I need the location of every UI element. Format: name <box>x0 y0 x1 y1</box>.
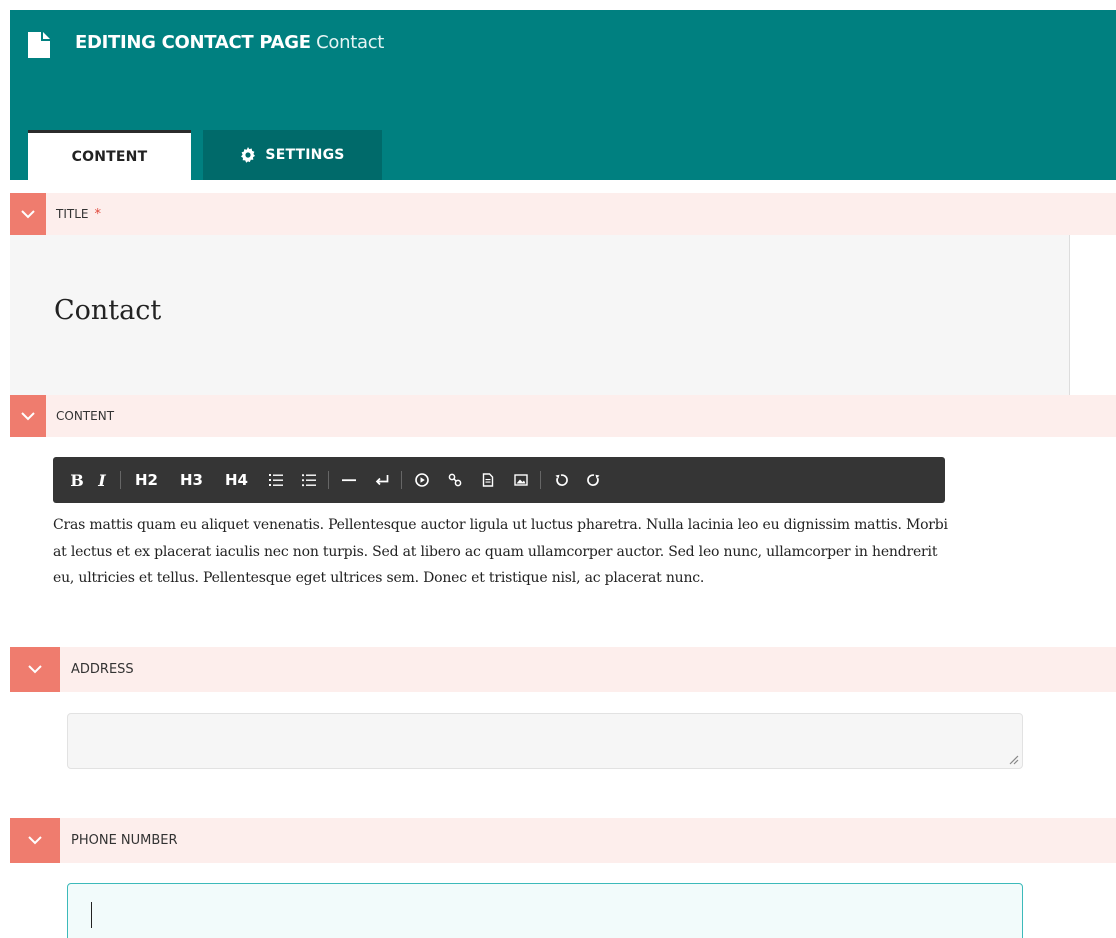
toolbar-divider <box>401 471 402 489</box>
link-button[interactable] <box>438 457 471 503</box>
embed-video-button[interactable] <box>405 457 438 503</box>
unordered-list-button[interactable] <box>292 457 325 503</box>
collapse-title-button[interactable] <box>10 193 46 235</box>
image-button[interactable] <box>504 457 537 503</box>
ordered-list-button[interactable] <box>259 457 292 503</box>
title-input-value: Contact <box>54 295 162 326</box>
toolbar-divider <box>120 471 121 489</box>
document-icon <box>28 32 50 58</box>
line-break-icon <box>375 475 388 486</box>
address-textarea[interactable] <box>67 713 1023 769</box>
line-break-button[interactable] <box>365 457 398 503</box>
editor-toolbar: B I H2 H3 H4 <box>53 457 945 503</box>
phone-number-input[interactable] <box>67 883 1023 938</box>
bold-button[interactable]: B <box>67 457 87 503</box>
chevron-down-icon <box>21 209 35 218</box>
required-marker: * <box>94 206 101 222</box>
collapse-address-button[interactable] <box>10 647 60 692</box>
editor-header: EDITING CONTACT PAGE Contact CONTENT SET… <box>10 10 1116 180</box>
title-section-label-wrap: TITLE * <box>56 193 101 235</box>
gear-icon <box>241 147 256 163</box>
horizontal-rule-button[interactable] <box>332 457 365 503</box>
content-editor-body[interactable]: Cras mattis quam eu aliquet venenatis. P… <box>53 512 953 592</box>
chevron-down-icon <box>28 836 42 845</box>
collapse-content-button[interactable] <box>10 395 46 437</box>
toolbar-divider <box>540 471 541 489</box>
image-icon <box>513 474 528 486</box>
tab-settings[interactable]: SETTINGS <box>203 130 382 180</box>
tab-content-label: CONTENT <box>71 148 148 165</box>
file-icon <box>482 473 493 487</box>
h4-button[interactable]: H4 <box>214 457 259 503</box>
tab-settings-label: SETTINGS <box>265 147 345 163</box>
text-caret <box>91 902 92 928</box>
redo-button[interactable] <box>577 457 610 503</box>
address-section-bar[interactable]: ADDRESS <box>10 647 1116 692</box>
file-button[interactable] <box>471 457 504 503</box>
resize-handle-icon[interactable] <box>1007 753 1019 765</box>
unordered-list-icon <box>301 474 316 487</box>
content-section-label: CONTENT <box>56 409 115 423</box>
chevron-down-icon <box>28 665 42 674</box>
title-section-label: TITLE <box>56 207 89 221</box>
collapse-phone-button[interactable] <box>10 818 60 863</box>
title-section-bar[interactable]: TITLE * <box>10 193 1116 235</box>
undo-icon <box>555 474 568 486</box>
title-input[interactable]: Contact <box>10 235 1070 395</box>
undo-button[interactable] <box>544 457 577 503</box>
address-section-label: ADDRESS <box>71 662 134 677</box>
toolbar-divider <box>328 471 329 489</box>
horizontal-rule-icon <box>341 479 356 482</box>
italic-button[interactable]: I <box>87 457 117 503</box>
phone-section-label: PHONE NUMBER <box>71 833 178 848</box>
tab-content[interactable]: CONTENT <box>28 130 191 180</box>
content-section-bar[interactable]: CONTENT <box>10 395 1116 437</box>
ordered-list-icon <box>268 474 283 486</box>
embed-video-icon <box>414 473 429 487</box>
page-title-name: Contact <box>316 32 385 53</box>
page-title-bold: EDITING CONTACT PAGE <box>75 32 311 53</box>
chevron-down-icon <box>21 411 35 420</box>
h3-button[interactable]: H3 <box>169 457 214 503</box>
link-icon <box>448 473 461 487</box>
h2-button[interactable]: H2 <box>124 457 169 503</box>
phone-section-bar[interactable]: PHONE NUMBER <box>10 818 1116 863</box>
page-title: EDITING CONTACT PAGE Contact <box>75 32 384 53</box>
redo-icon <box>586 474 599 486</box>
